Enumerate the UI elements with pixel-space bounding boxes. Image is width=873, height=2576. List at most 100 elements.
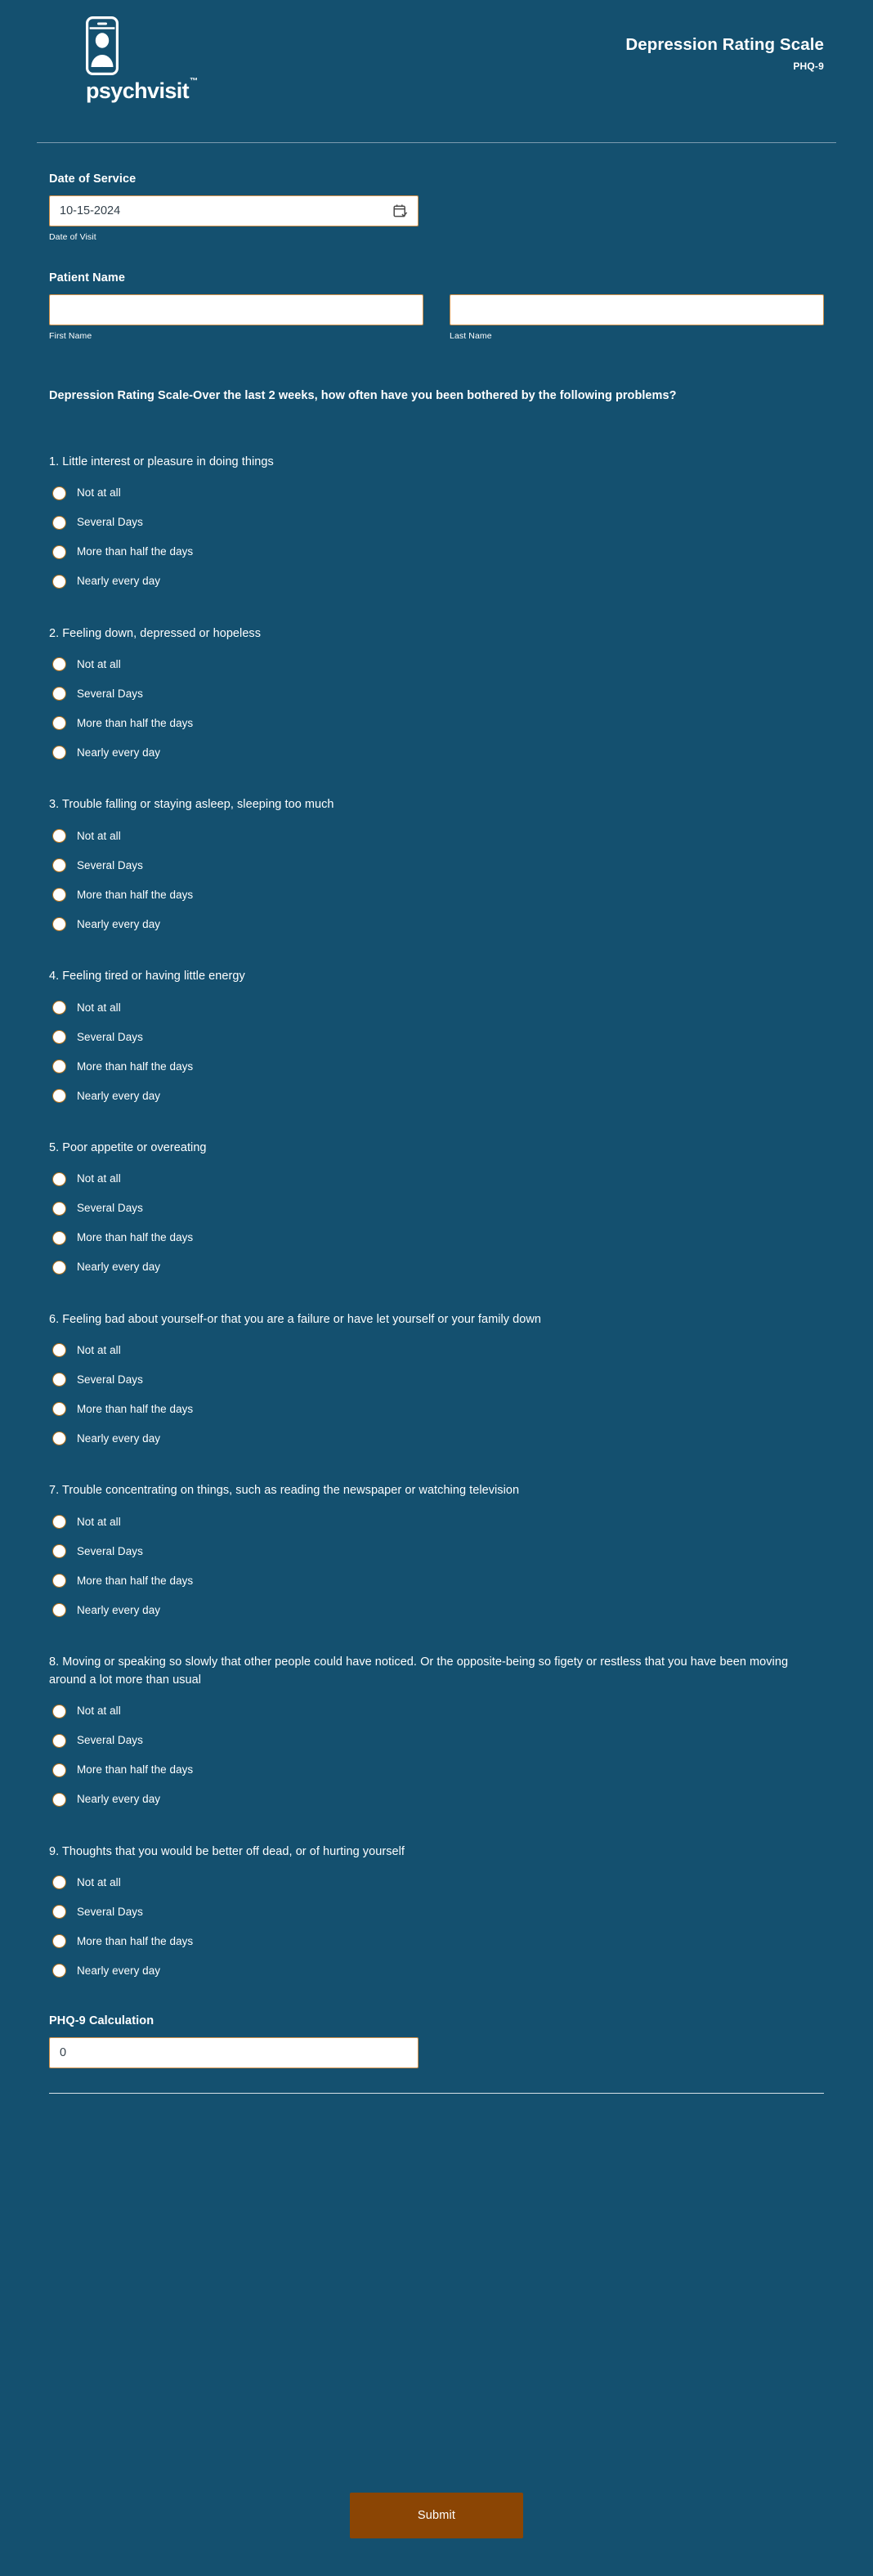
radio-button-icon[interactable] [52, 1704, 66, 1718]
radio-option[interactable]: Several Days [49, 1198, 824, 1220]
radio-button-icon[interactable] [52, 1934, 66, 1949]
radio-option[interactable]: Not at all [49, 1871, 824, 1893]
question-block: 4. Feeling tired or having little energy… [49, 968, 824, 1107]
phq9-calculation-field-wrap: 0 [49, 2037, 419, 2069]
radio-button-icon[interactable] [52, 1260, 66, 1275]
radio-option-label: Nearly every day [77, 917, 161, 930]
radio-button-icon[interactable] [52, 574, 66, 589]
radio-button-icon[interactable] [52, 1905, 66, 1920]
radio-option[interactable]: More than half the days [49, 1930, 824, 1952]
radio-option[interactable]: Several Days [49, 1369, 824, 1391]
calendar-check-icon[interactable] [393, 204, 408, 218]
radio-button-icon[interactable] [52, 888, 66, 903]
radio-button-icon[interactable] [52, 1544, 66, 1559]
radio-button-icon[interactable] [52, 1431, 66, 1446]
radio-button-icon[interactable] [52, 544, 66, 559]
radio-option[interactable]: More than half the days [49, 1055, 824, 1077]
radio-button-icon[interactable] [52, 1964, 66, 1978]
radio-button-icon[interactable] [52, 1343, 66, 1358]
radio-button-icon[interactable] [52, 687, 66, 701]
radio-option[interactable]: Nearly every day [49, 1085, 824, 1107]
radio-button-icon[interactable] [52, 1603, 66, 1618]
radio-option[interactable]: Several Days [49, 1901, 824, 1923]
radio-option[interactable]: Several Days [49, 854, 824, 876]
radio-option[interactable]: Nearly every day [49, 1257, 824, 1279]
radio-button-icon[interactable] [52, 1088, 66, 1103]
radio-option[interactable]: Several Days [49, 683, 824, 705]
radio-button-icon[interactable] [52, 1875, 66, 1890]
radio-button-icon[interactable] [52, 716, 66, 731]
radio-option[interactable]: Several Days [49, 1026, 824, 1048]
radio-button-icon[interactable] [52, 1201, 66, 1216]
radio-option[interactable]: Nearly every day [49, 1427, 824, 1449]
radio-option[interactable]: Nearly every day [49, 1960, 824, 1982]
date-of-service-label: Date of Service [49, 172, 137, 186]
radio-option-label: More than half the days [77, 888, 194, 901]
radio-button-icon[interactable] [52, 1402, 66, 1417]
radio-button-icon[interactable] [52, 1000, 66, 1015]
radio-option-label: Not at all [77, 1515, 121, 1528]
radio-option[interactable]: More than half the days [49, 1398, 824, 1420]
radio-option-label: Several Days [77, 1030, 143, 1043]
radio-option[interactable]: Nearly every day [49, 1599, 824, 1621]
radio-option-label: Not at all [77, 829, 121, 842]
brand-wordmark: psychvisit™ [86, 78, 198, 103]
radio-option[interactable]: Not at all [49, 1339, 824, 1361]
radio-option-label: More than half the days [77, 1231, 194, 1244]
radio-option[interactable]: Not at all [49, 1511, 824, 1533]
radio-option-label: Several Days [77, 1544, 143, 1557]
question-block: 3. Trouble falling or staying asleep, sl… [49, 796, 824, 935]
option-group: Not at all Several Days More than half the… [49, 997, 824, 1107]
radio-option-label: Not at all [77, 1172, 121, 1185]
radio-button-icon[interactable] [52, 1792, 66, 1807]
radio-option[interactable]: Not at all [49, 482, 824, 504]
radio-button-icon[interactable] [52, 917, 66, 932]
radio-option[interactable]: More than half the days [49, 1759, 824, 1781]
phq9-calculation-value: 0 [60, 2046, 67, 2060]
radio-button-icon[interactable] [52, 746, 66, 760]
radio-button-icon[interactable] [52, 1574, 66, 1588]
last-name-input[interactable] [450, 294, 824, 325]
radio-option[interactable]: More than half the days [49, 1227, 824, 1249]
radio-option-label: Nearly every day [77, 746, 161, 759]
radio-option[interactable]: More than half the days [49, 712, 824, 734]
submit-button[interactable]: Submit [350, 2493, 523, 2538]
radio-option[interactable]: More than half the days [49, 884, 824, 906]
option-group: Not at all Several Days More than half the… [49, 1511, 824, 1621]
radio-option[interactable]: Nearly every day [49, 741, 824, 764]
radio-button-icon[interactable] [52, 858, 66, 873]
radio-option[interactable]: Nearly every day [49, 913, 824, 935]
radio-option[interactable]: Not at all [49, 653, 824, 675]
radio-button-icon[interactable] [52, 657, 66, 672]
first-name-input[interactable] [49, 294, 423, 325]
radio-option[interactable]: Not at all [49, 997, 824, 1019]
radio-button-icon[interactable] [52, 1733, 66, 1748]
radio-option[interactable]: More than half the days [49, 1570, 824, 1592]
radio-option[interactable]: Not at all [49, 1700, 824, 1723]
phone-person-icon [86, 16, 119, 76]
radio-option[interactable]: Not at all [49, 1168, 824, 1190]
brand-name-text: psychvisit [86, 78, 190, 103]
radio-button-icon[interactable] [52, 1515, 66, 1530]
radio-option[interactable]: Several Days [49, 1540, 824, 1562]
date-of-service-input[interactable]: 10-15-2024 [49, 195, 419, 226]
last-name-col: Last Name [450, 294, 824, 341]
radio-option[interactable]: More than half the days [49, 541, 824, 563]
radio-option[interactable]: Several Days [49, 1730, 824, 1752]
radio-option[interactable]: Not at all [49, 825, 824, 847]
radio-option[interactable]: Several Days [49, 512, 824, 534]
radio-button-icon[interactable] [52, 829, 66, 844]
phq9-calculation-input[interactable]: 0 [49, 2037, 419, 2069]
radio-button-icon[interactable] [52, 486, 66, 500]
radio-button-icon[interactable] [52, 1373, 66, 1387]
radio-button-icon[interactable] [52, 1230, 66, 1245]
radio-option[interactable]: Nearly every day [49, 571, 824, 593]
radio-button-icon[interactable] [52, 515, 66, 530]
radio-button-icon[interactable] [52, 1172, 66, 1186]
radio-button-icon[interactable] [52, 1029, 66, 1044]
first-name-sub-label: First Name [49, 331, 92, 341]
radio-option[interactable]: Nearly every day [49, 1789, 824, 1811]
radio-option-label: Nearly every day [77, 1432, 161, 1445]
radio-button-icon[interactable] [52, 1059, 66, 1073]
radio-button-icon[interactable] [52, 1763, 66, 1777]
